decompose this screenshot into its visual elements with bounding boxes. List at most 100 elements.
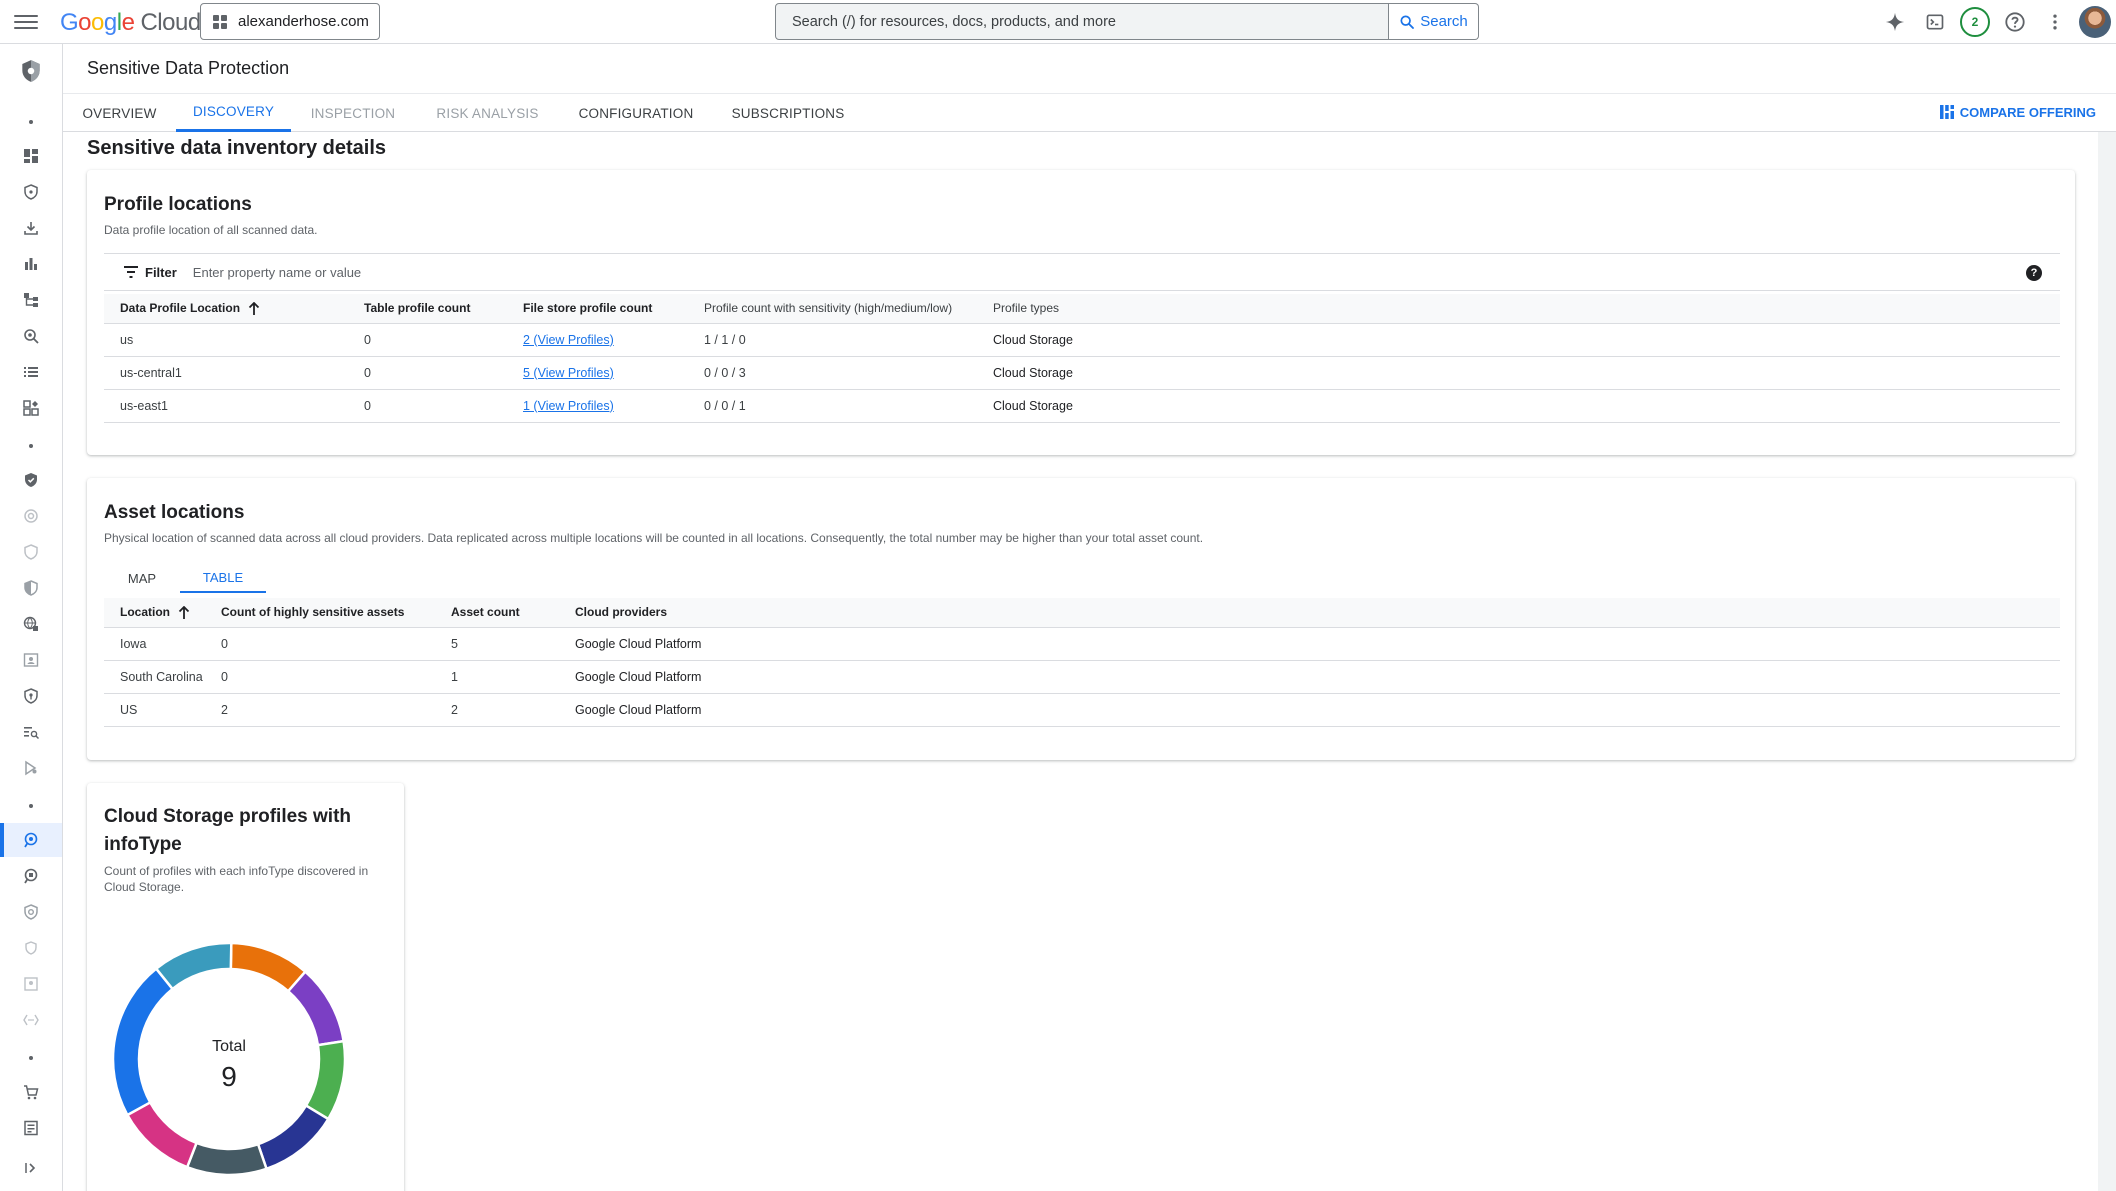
page-header: Sensitive Data Protection xyxy=(63,44,2116,94)
filter-bar: Filter ? xyxy=(104,253,2060,291)
more-vert-icon[interactable] xyxy=(2040,7,2070,37)
expand-rail-icon[interactable] xyxy=(0,1151,62,1185)
widgets-icon[interactable] xyxy=(0,391,62,425)
security-shield-logo-icon[interactable] xyxy=(0,51,62,91)
tab-subscriptions[interactable]: SUBSCRIPTIONS xyxy=(712,94,864,132)
donut-segment[interactable] xyxy=(304,1039,347,1121)
cell-asset-count: 2 xyxy=(451,693,575,727)
shield-key-icon[interactable] xyxy=(0,679,62,713)
search-button-label: Search xyxy=(1420,13,1468,30)
col-sensitivity-counts[interactable]: Profile count with sensitivity (high/med… xyxy=(704,294,993,324)
donut-segment[interactable] xyxy=(286,969,346,1047)
tab-inspection[interactable]: INSPECTION xyxy=(291,94,415,132)
cell-profile-types: Cloud Storage xyxy=(993,389,2060,423)
donut-total-label: Total xyxy=(212,1038,246,1055)
globe-lock-icon[interactable] xyxy=(0,607,62,641)
donut-segment[interactable] xyxy=(185,1141,269,1177)
left-nav-rail xyxy=(0,44,63,1191)
donut-segment[interactable] xyxy=(125,1100,199,1169)
section-title: Sensitive data inventory details xyxy=(87,137,386,159)
contact-card-icon[interactable] xyxy=(0,643,62,677)
help-circle-icon[interactable] xyxy=(2000,7,2030,37)
table-row: us 0 2 (View Profiles) 1 / 1 / 0 Cloud S… xyxy=(104,323,2060,357)
marketplace-cart-icon[interactable] xyxy=(0,1075,62,1109)
filter-icon xyxy=(124,266,138,278)
asset-view-tabs: MAP TABLE xyxy=(104,563,266,593)
find-in-page-icon[interactable] xyxy=(0,715,62,749)
shield-outline-icon[interactable] xyxy=(0,175,62,209)
col-profile-types[interactable]: Profile types xyxy=(993,294,2060,324)
release-notes-icon[interactable] xyxy=(0,1111,62,1145)
table-row: South Carolina 0 1 Google Cloud Platform xyxy=(104,660,2060,694)
donut-segment[interactable] xyxy=(154,941,233,991)
subtab-table[interactable]: TABLE xyxy=(180,563,266,593)
subtab-map[interactable]: MAP xyxy=(104,563,180,593)
cell-profile-types: Cloud Storage xyxy=(993,356,2060,390)
view-profiles-link[interactable]: 5 (View Profiles) xyxy=(523,366,614,380)
shield-light-icon[interactable] xyxy=(0,535,62,569)
logo-cloud: Cloud xyxy=(140,9,201,36)
donut-segment[interactable] xyxy=(111,966,175,1117)
col-cloud-providers[interactable]: Cloud providers xyxy=(575,598,2060,628)
cell-sensitivity: 0 / 0 / 3 xyxy=(704,356,993,390)
cell-table-count: 0 xyxy=(364,356,523,390)
search-scan-icon[interactable] xyxy=(0,319,62,353)
dashboard-icon[interactable] xyxy=(0,139,62,173)
rail-separator-dot xyxy=(29,804,33,808)
project-picker[interactable]: alexanderhose.com xyxy=(200,3,380,40)
view-profiles-link[interactable]: 1 (View Profiles) xyxy=(523,399,614,413)
filter-button[interactable]: Filter xyxy=(124,265,177,280)
cell-location: US xyxy=(104,693,221,727)
col-highly-sensitive-count[interactable]: Count of highly sensitive assets xyxy=(221,598,451,628)
list-icon[interactable] xyxy=(0,355,62,389)
search-icon xyxy=(1400,14,1415,29)
cell-cloud-provider: Google Cloud Platform xyxy=(575,660,2060,694)
search-button[interactable]: Search xyxy=(1389,3,1479,40)
cell-sensitive-count: 0 xyxy=(221,660,451,694)
google-cloud-logo[interactable]: Google Cloud xyxy=(60,9,201,37)
shield-small-icon[interactable] xyxy=(0,931,62,965)
cloud-shell-icon[interactable] xyxy=(1920,7,1950,37)
shield-check-icon[interactable] xyxy=(0,463,62,497)
data-search-icon[interactable] xyxy=(0,859,62,893)
main-tabs: OVERVIEW DISCOVERY INSPECTION RISK ANALY… xyxy=(63,94,2116,132)
cell-location: South Carolina xyxy=(104,660,221,694)
page-title: Sensitive Data Protection xyxy=(87,58,290,78)
bar-chart-icon[interactable] xyxy=(0,247,62,281)
shield-gear-icon[interactable] xyxy=(0,895,62,929)
infotype-card: Cloud Storage profiles with infoType Cou… xyxy=(87,783,404,1191)
target-icon[interactable] xyxy=(0,499,62,533)
cell-location: Iowa xyxy=(104,627,221,661)
policy-icon[interactable] xyxy=(0,751,62,785)
col-table-profile-count[interactable]: Table profile count xyxy=(364,294,523,324)
avatar[interactable] xyxy=(2079,6,2111,38)
col-file-store-profile-count[interactable]: File store profile count xyxy=(523,294,704,324)
tab-overview[interactable]: OVERVIEW xyxy=(63,94,176,132)
rail-separator-dot xyxy=(29,1056,33,1060)
col-location[interactable]: Location xyxy=(104,598,221,628)
asset-locations-title: Asset locations xyxy=(104,502,245,523)
filter-input[interactable] xyxy=(192,264,1793,280)
tab-discovery[interactable]: DISCOVERY xyxy=(176,94,291,132)
badge-icon[interactable] xyxy=(0,967,62,1001)
download-icon[interactable] xyxy=(0,211,62,245)
tab-configuration[interactable]: CONFIGURATION xyxy=(560,94,712,132)
tab-risk-analysis[interactable]: RISK ANALYSIS xyxy=(415,94,560,132)
view-profiles-link[interactable]: 2 (View Profiles) xyxy=(523,333,614,347)
menu-icon[interactable] xyxy=(14,11,38,33)
col-asset-count[interactable]: Asset count xyxy=(451,598,575,628)
hierarchy-icon[interactable] xyxy=(0,283,62,317)
cell-file-count: 2 (View Profiles) xyxy=(523,323,704,357)
profile-locations-table: Data Profile Location Table profile coun… xyxy=(104,294,2060,423)
sensitive-data-protection-icon[interactable] xyxy=(0,823,62,857)
col-data-profile-location[interactable]: Data Profile Location xyxy=(104,294,364,324)
filter-label: Filter xyxy=(145,264,177,280)
shield-half-icon[interactable] xyxy=(0,571,62,605)
notifications-badge[interactable]: 2 xyxy=(1960,7,1990,37)
code-brackets-icon[interactable] xyxy=(0,1003,62,1037)
donut-segment[interactable] xyxy=(256,1103,330,1171)
compare-offering-button[interactable]: COMPARE OFFERING xyxy=(1939,104,2096,120)
gemini-icon[interactable] xyxy=(1880,7,1910,37)
help-icon[interactable]: ? xyxy=(2026,265,2042,281)
search-input[interactable] xyxy=(776,4,1388,39)
